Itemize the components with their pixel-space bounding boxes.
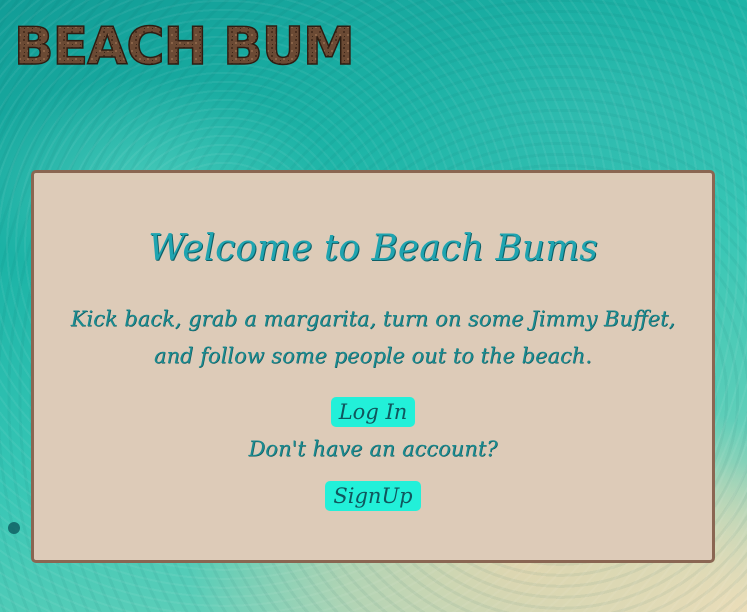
shadow-dot [8,522,20,534]
intro-text: Kick back, grab a margarita, turn on som… [70,307,676,368]
welcome-card: Welcome to Beach Bums Kick back, grab a … [31,170,715,563]
beach-bums-logo: BEACH BUMS [14,16,354,72]
no-account-text: Don't have an account? [248,437,498,461]
logo-text: BEACH BUMS [14,17,354,72]
signup-button[interactable]: SignUp [325,481,421,511]
login-button[interactable]: Log In [330,397,416,427]
welcome-title: Welcome to Beach Bums [148,228,598,269]
